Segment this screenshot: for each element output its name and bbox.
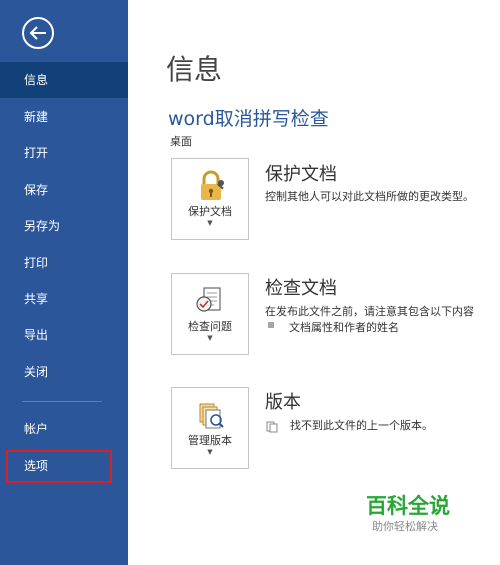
nav-divider xyxy=(22,401,102,402)
protect-heading: 保护文档 xyxy=(265,164,337,185)
versions-description: 找不到此文件的上一个版本。 xyxy=(290,419,433,432)
check-issues-button-label: 检查问题 xyxy=(188,320,232,333)
backstage-sidebar: 信息 新建 打开 保存 另存为 打印 共享 导出 关闭 帐户 选项 xyxy=(0,0,128,565)
protect-description: 控制其他人可以对此文档所做的更改类型。 xyxy=(265,190,474,203)
nav-item-print[interactable]: 打印 xyxy=(0,245,128,281)
inspect-bullet-text: 文档属性和作者的姓名 xyxy=(289,321,399,334)
options-highlight-box xyxy=(6,450,112,483)
nav-item-share[interactable]: 共享 xyxy=(0,281,128,317)
nav-item-save[interactable]: 保存 xyxy=(0,172,128,208)
chevron-down-icon: ▼ xyxy=(207,219,213,227)
nav-item-account[interactable]: 帐户 xyxy=(0,411,128,447)
document-icon xyxy=(266,418,278,433)
lock-key-icon xyxy=(194,169,228,203)
manage-versions-button-label: 管理版本 xyxy=(188,434,232,447)
nav-item-open[interactable]: 打开 xyxy=(0,135,128,171)
protect-document-button-label: 保护文档 xyxy=(188,205,232,218)
inspect-document-icon xyxy=(194,284,228,318)
version-history-icon xyxy=(194,398,228,432)
chevron-down-icon: ▼ xyxy=(207,448,213,456)
protect-document-button[interactable]: 保护文档 ▼ xyxy=(171,158,249,240)
nav-item-new[interactable]: 新建 xyxy=(0,99,128,135)
watermark-subtitle: 助你轻松解决 xyxy=(372,520,438,533)
chevron-down-icon: ▼ xyxy=(207,334,213,342)
check-issues-button[interactable]: 检查问题 ▼ xyxy=(171,273,249,355)
nav-item-save-as[interactable]: 另存为 xyxy=(0,208,128,244)
nav-item-export[interactable]: 导出 xyxy=(0,317,128,353)
document-title: word取消拼写检查 xyxy=(168,108,329,130)
watermark-title: 百科全说 xyxy=(366,494,450,518)
nav-item-close[interactable]: 关闭 xyxy=(0,354,128,390)
inspect-heading: 检查文档 xyxy=(265,278,337,299)
bullet-square-icon xyxy=(268,322,274,328)
nav-item-info[interactable]: 信息 xyxy=(0,62,128,98)
back-arrow-icon[interactable] xyxy=(21,16,55,50)
document-location: 桌面 xyxy=(170,135,192,148)
inspect-description: 在发布此文件之前，请注意其包含以下内容 xyxy=(265,305,474,318)
manage-versions-button[interactable]: 管理版本 ▼ xyxy=(171,387,249,469)
versions-heading: 版本 xyxy=(265,392,301,413)
page-title: 信息 xyxy=(166,53,223,86)
